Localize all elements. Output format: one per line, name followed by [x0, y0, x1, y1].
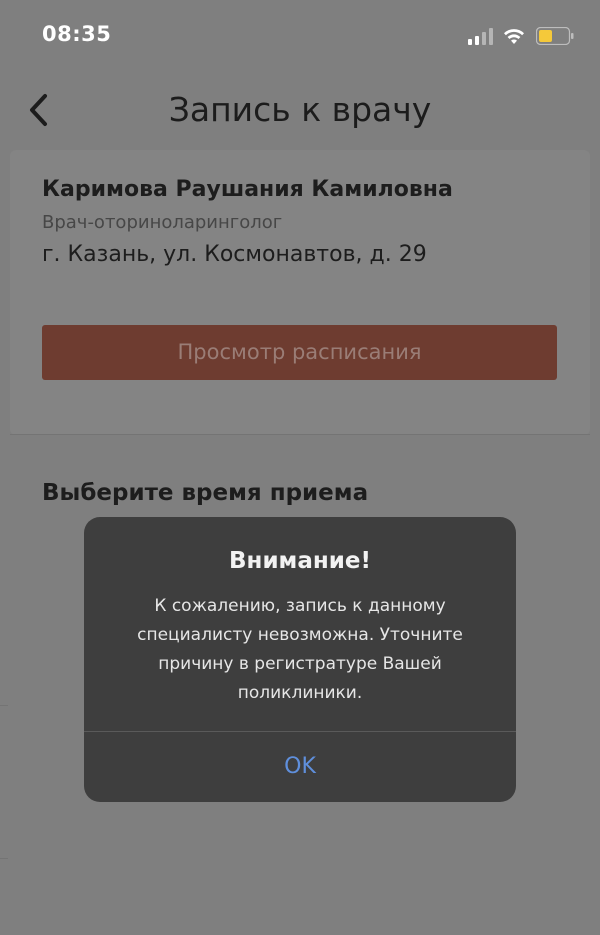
- status-icons: [468, 25, 574, 47]
- doctor-specialty: Врач-оториноларинголог: [42, 212, 283, 233]
- time-section-title: Выберите время приема: [42, 480, 369, 506]
- app-screen: 08:35 Запись к врачу Каримова Раушания К…: [0, 0, 600, 935]
- status-time: 08:35: [42, 22, 112, 46]
- doctor-card: Каримова Раушания Камиловна Врач-оторино…: [10, 150, 590, 435]
- alert-message: К сожалению, запись к данному специалист…: [137, 596, 463, 703]
- signal-icon: [468, 28, 493, 45]
- list-edge-mark: [0, 705, 8, 706]
- alert-ok-button[interactable]: OK: [84, 732, 516, 802]
- section-divider: [10, 434, 590, 435]
- view-schedule-button[interactable]: Просмотр расписания: [42, 325, 557, 380]
- battery-icon: [536, 27, 574, 45]
- page-title: Запись к врачу: [168, 90, 432, 129]
- status-bar: 08:35: [0, 0, 600, 70]
- nav-bar: Запись к врачу: [0, 78, 600, 142]
- wifi-icon: [504, 29, 524, 44]
- alert-title: Внимание!: [229, 548, 371, 574]
- alert-dialog: Внимание! К сожалению, запись к данному …: [84, 517, 516, 802]
- doctor-name: Каримова Раушания Камиловна: [42, 177, 453, 202]
- doctor-address: г. Казань, ул. Космонавтов, д. 29: [42, 242, 427, 267]
- list-edge-mark: [0, 858, 8, 859]
